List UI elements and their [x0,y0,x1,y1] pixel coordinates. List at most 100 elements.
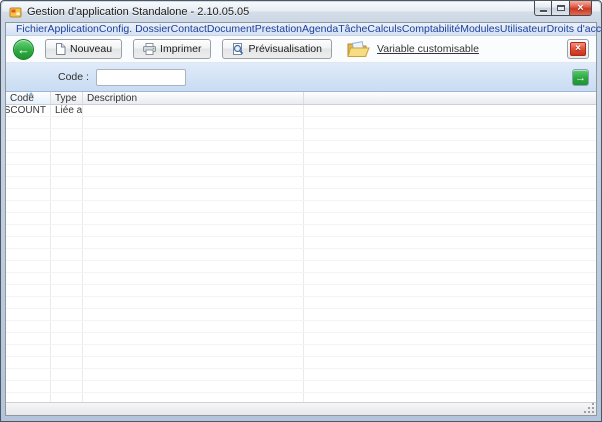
go-button[interactable]: → [572,69,589,86]
cell-empty [51,237,83,248]
table-row-empty [6,249,596,261]
menu-calculs[interactable]: Calculs [367,23,401,35]
table-row[interactable]: DISCOUNT Liée au ... [6,105,596,117]
sort-asc-icon [28,92,34,96]
cell-empty [304,249,596,260]
menu-application[interactable]: Application [48,23,99,35]
close-panel-button[interactable]: × [567,39,589,59]
print-button[interactable]: Imprimer [133,39,212,59]
cell-empty [304,141,596,152]
menu-prestation[interactable]: Prestation [255,23,302,35]
menu-config-dossier[interactable]: Config. Dossier [99,23,171,35]
cell-empty [51,333,83,344]
back-button[interactable]: ← [13,38,34,60]
cell-empty [51,357,83,368]
new-button[interactable]: Nouveau [45,39,123,59]
app-window: Gestion d'application Standalone - 2.10.… [0,0,602,422]
menu-tache[interactable]: Tâche [338,23,367,35]
table-row-empty [6,357,596,369]
minimize-button[interactable] [534,1,552,16]
cell-empty [83,213,304,224]
close-window-button[interactable]: × [570,1,592,16]
cell-code: DISCOUNT [6,105,51,116]
cell-empty [304,345,596,356]
resize-grip-icon[interactable] [592,411,594,413]
cell-empty [83,153,304,164]
cell-empty [83,285,304,296]
cell-empty [51,369,83,380]
cell-empty [6,381,51,392]
close-icon: × [577,2,584,14]
table-header: Code Type Description [6,91,596,105]
cell-empty [6,309,51,320]
window-title: Gestion d'application Standalone - 2.10.… [27,6,250,18]
column-header-description[interactable]: Description [83,92,304,104]
cell-empty [6,297,51,308]
cell-empty [6,369,51,380]
cell-empty [304,369,596,380]
filter-row: Code : → [6,62,596,91]
cell-empty [83,393,304,402]
cell-empty [304,333,596,344]
cell-empty [304,129,596,140]
data-grid: Code Type Description DISCOUNT Liée au .… [6,91,596,402]
cell-empty [51,273,83,284]
cell-empty [51,285,83,296]
table-row-empty [6,297,596,309]
cell-empty [6,357,51,368]
cell-empty [51,213,83,224]
variable-customisable-group[interactable] [346,40,370,58]
menu-contact[interactable]: Contact [171,23,207,35]
column-header-type[interactable]: Type [51,92,83,104]
cell-empty [6,153,51,164]
menu-document[interactable]: Document [207,23,255,35]
column-header-code[interactable]: Code [6,92,51,104]
cell-empty [304,153,596,164]
maximize-icon [556,5,565,11]
table-row-empty [6,381,596,393]
menu-modules[interactable]: Modules [460,23,500,35]
cell-empty [6,117,51,128]
cell-empty [304,393,596,402]
cell-empty [51,321,83,332]
printer-icon [143,43,157,55]
print-button-label: Imprimer [160,43,202,55]
cell-empty [6,345,51,356]
cell-empty [83,309,304,320]
column-header-description-label: Description [87,92,138,104]
cell-empty [304,321,596,332]
open-folder-icon [347,41,370,57]
menu-droits-acces[interactable]: Droits d'accès [547,23,601,35]
preview-icon [233,43,244,55]
menu-fichier[interactable]: Fichier [16,23,48,35]
cell-empty [6,201,51,212]
table-row-empty [6,213,596,225]
cell-empty [6,165,51,176]
cell-empty [6,129,51,140]
new-button-label: Nouveau [70,43,113,55]
cell-empty [304,309,596,320]
code-input[interactable] [95,68,186,86]
table-row-empty [6,237,596,249]
menu-comptabilite[interactable]: Comptabilité [402,23,460,35]
cell-empty [6,285,51,296]
maximize-button[interactable] [552,1,570,16]
table-row-empty [6,129,596,141]
variable-customisable-link[interactable]: Variable customisable [377,43,479,55]
cell-empty [304,189,596,200]
preview-button[interactable]: Prévisualisation [222,39,332,59]
cell-empty [6,237,51,248]
cell-empty [83,165,304,176]
cell-empty [6,249,51,260]
red-close-icon: × [570,42,586,56]
preview-button-label: Prévisualisation [248,43,322,55]
cell-empty [83,273,304,284]
menu-utilisateur[interactable]: Utilisateur [500,23,547,35]
menu-bar: Fichier Application Config. Dossier Cont… [6,23,601,36]
cell-description [83,105,304,116]
cell-empty [83,333,304,344]
menu-agenda[interactable]: Agenda [302,23,338,35]
cell-empty [6,225,51,236]
new-document-icon [56,43,66,55]
cell-blank [304,105,596,116]
